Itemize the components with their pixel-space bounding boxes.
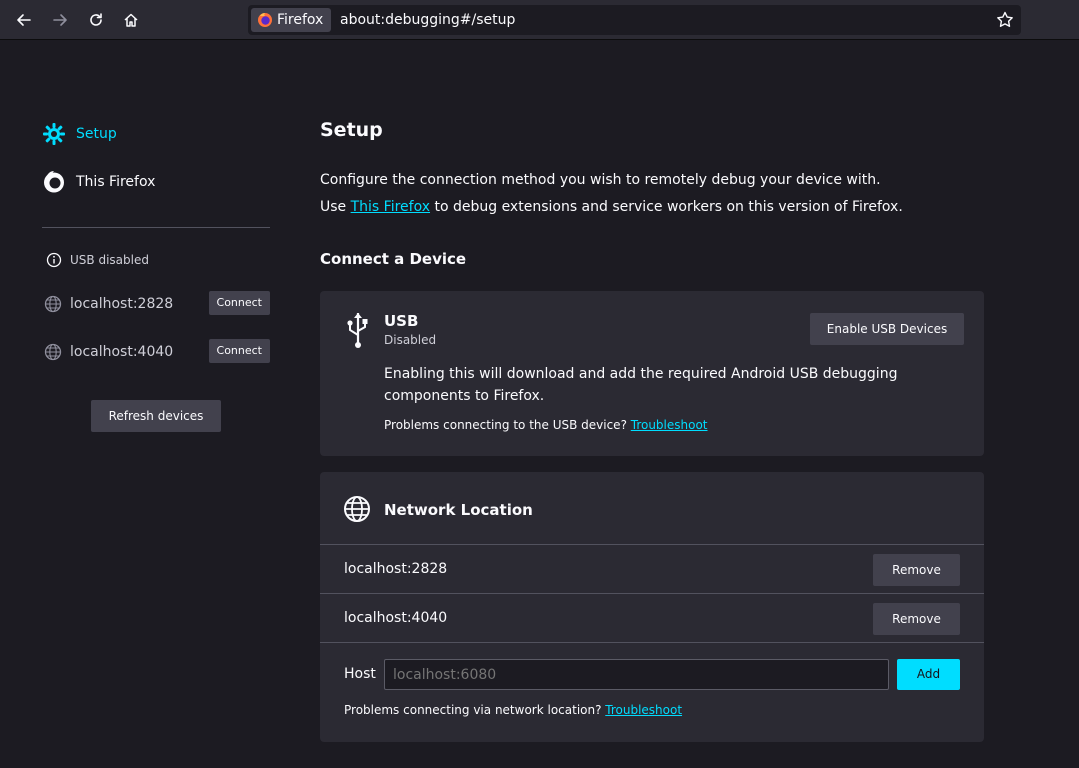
intro-prefix: Use <box>320 199 351 215</box>
bookmark-star-icon[interactable] <box>995 10 1015 30</box>
network-location-card: Network Location localhost:2828 Remove l… <box>320 472 984 742</box>
network-troubleshoot-link[interactable]: Troubleshoot <box>605 703 682 717</box>
sidebar-divider <box>42 227 270 228</box>
connect-heading: Connect a Device <box>320 250 467 268</box>
add-button[interactable]: Add <box>897 659 960 690</box>
host-label: Host <box>344 666 376 682</box>
usb-status-label: Disabled <box>384 333 437 347</box>
network-problems-text: Problems connecting via network location… <box>344 703 606 717</box>
intro-text: Configure the connection method you wish… <box>320 172 881 188</box>
usb-problems: Problems connecting to the USB device? T… <box>384 418 708 432</box>
connect-button[interactable]: Connect <box>208 291 270 315</box>
info-icon <box>46 252 62 268</box>
reload-button[interactable] <box>82 6 110 34</box>
refresh-devices-button[interactable]: Refresh devices <box>91 400 221 432</box>
forward-button[interactable] <box>46 6 74 34</box>
connect-button[interactable]: Connect <box>208 339 270 363</box>
sidebar-runtime-item: localhost:2828 Connect <box>44 291 270 317</box>
intro-text-2: Use This Firefox to debug extensions and… <box>320 199 903 215</box>
usb-status: USB disabled <box>46 252 149 268</box>
usb-title: USB <box>384 312 419 330</box>
network-location-host: localhost:4040 <box>344 610 448 626</box>
usb-card: USB Disabled Enable USB Devices Enabling… <box>320 291 984 456</box>
url-text[interactable]: about:debugging#/setup <box>340 5 515 35</box>
this-firefox-link[interactable]: This Firefox <box>351 199 430 215</box>
sidebar-item-setup[interactable]: Setup <box>42 122 117 146</box>
globe-icon <box>344 496 370 522</box>
sidebar-item-label: Setup <box>76 126 117 142</box>
sidebar-item-this-firefox[interactable]: This Firefox <box>42 170 155 194</box>
globe-icon <box>44 343 62 361</box>
remove-button[interactable]: Remove <box>873 554 960 586</box>
runtime-name: localhost:4040 <box>70 344 174 360</box>
usb-description: Enabling this will download and add the … <box>384 366 898 404</box>
firefox-logo-icon <box>258 13 272 27</box>
home-icon <box>124 13 138 27</box>
usb-problems-text: Problems connecting to the USB device? <box>384 418 631 432</box>
identity-box[interactable]: Firefox <box>251 8 332 32</box>
runtime-name: localhost:2828 <box>70 296 174 312</box>
identity-label: Firefox <box>277 12 324 28</box>
globe-icon <box>44 295 62 313</box>
usb-icon <box>347 313 368 348</box>
page-title: Setup <box>320 119 383 141</box>
remove-button[interactable]: Remove <box>873 603 960 635</box>
network-divider <box>320 642 984 643</box>
firefox-outline-icon <box>44 171 64 193</box>
sidebar-runtime-item: localhost:4040 Connect <box>44 339 270 365</box>
network-location-row: localhost:4040 Remove <box>320 593 984 642</box>
usb-status-text: USB disabled <box>70 253 149 267</box>
forward-arrow-icon <box>53 14 67 26</box>
network-location-row: localhost:2828 Remove <box>320 544 984 593</box>
network-title: Network Location <box>384 501 533 519</box>
enable-usb-button[interactable]: Enable USB Devices <box>810 313 964 345</box>
network-problems: Problems connecting via network location… <box>344 703 682 717</box>
gear-icon <box>43 123 65 145</box>
back-button[interactable] <box>10 6 38 34</box>
network-location-host: localhost:2828 <box>344 561 448 577</box>
browser-toolbar: Firefox about:debugging#/setup <box>0 0 1079 40</box>
intro-suffix: to debug extensions and service workers … <box>430 199 903 215</box>
home-button[interactable] <box>117 6 145 34</box>
reload-icon <box>90 13 102 26</box>
sidebar-item-label: This Firefox <box>76 174 156 190</box>
url-bar[interactable]: Firefox about:debugging#/setup <box>248 5 1021 35</box>
back-arrow-icon <box>17 14 31 26</box>
usb-troubleshoot-link[interactable]: Troubleshoot <box>631 418 708 432</box>
host-input[interactable] <box>384 659 889 690</box>
